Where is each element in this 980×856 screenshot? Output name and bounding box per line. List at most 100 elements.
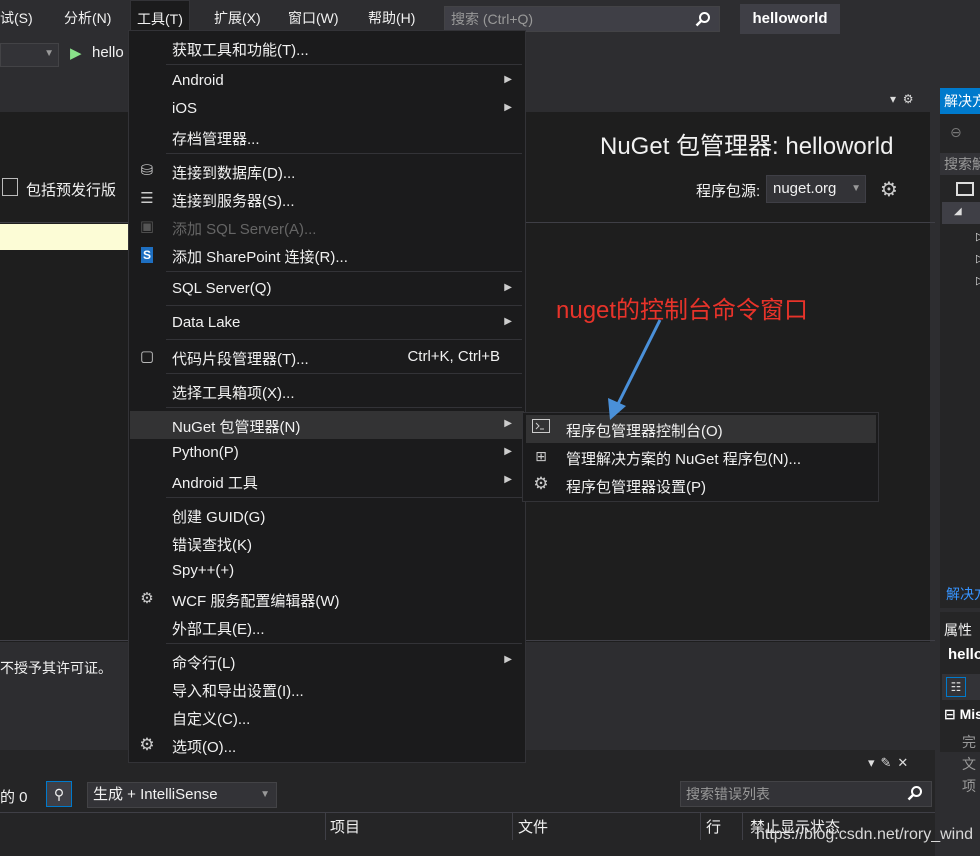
menu-item-create-guid[interactable]: 创建 GUID(G) (130, 501, 524, 529)
chevron-down-icon: ▼ (260, 789, 270, 800)
menu-item-archive-manager[interactable]: 存档管理器... (130, 123, 524, 151)
menu-item-choose-toolbox[interactable]: 选择工具箱项(X)... (130, 377, 524, 405)
package-source-label: 程序包源: (696, 183, 761, 200)
solution-search-input[interactable]: 搜索解决方案资源管理器 (940, 153, 980, 175)
menu-separator (166, 305, 522, 306)
gear-icon: ⚙ (533, 474, 549, 493)
submenu-item-console[interactable]: 程序包管理器控制台(O) (526, 415, 876, 443)
solution-explorer-tab[interactable]: 解决方案资源管理器 (940, 88, 980, 114)
menu-item-import-export[interactable]: 导入和导出设置(I)... (130, 675, 524, 703)
menu-item-snippets-manager[interactable]: ▢ 代码片段管理器(T)... Ctrl+K, Ctrl+B (130, 343, 524, 371)
submenu-item-settings[interactable]: ⚙ 程序包管理器设置(P) (526, 471, 876, 499)
menu-separator (166, 271, 522, 272)
console-icon (532, 419, 550, 437)
server-connect-icon: ☰ (140, 190, 154, 207)
search-icon (902, 784, 923, 808)
menu-item-label: 外部工具(E)... (172, 621, 265, 638)
menu-item-label: 连接到数据库(D)... (172, 165, 296, 182)
menu-item-spy[interactable]: Spy++(+) (130, 557, 524, 585)
prerelease-checkbox[interactable] (2, 178, 18, 196)
submenu-item-label: 程序包管理器设置(P) (566, 479, 706, 496)
menu-item-sql-server[interactable]: SQL Server(Q) ▶ (130, 275, 524, 303)
menu-analyze[interactable]: 分析(N) (58, 0, 117, 36)
menu-item-add-sharepoint[interactable]: S 添加 SharePoint 连接(R)... (130, 241, 524, 269)
menu-item-external-tools[interactable]: 外部工具(E)... (130, 613, 524, 641)
submenu-arrow-icon: ▶ (504, 654, 512, 665)
menu-item-get-tools[interactable]: 获取工具和功能(T)... (130, 34, 524, 62)
filter-icon[interactable]: ⚲ (46, 781, 72, 807)
column-line[interactable]: 行 (706, 816, 721, 837)
annotation-arrow-icon (608, 319, 662, 420)
gear-icon: ⚙ (139, 735, 155, 754)
run-target-label[interactable]: hello (92, 44, 124, 61)
column-project[interactable]: 项目 (330, 816, 360, 837)
menu-item-shortcut: Ctrl+K, Ctrl+B (407, 348, 500, 365)
menu-item-error-lookup[interactable]: 错误查找(K) (130, 529, 524, 557)
menu-item-ios[interactable]: iOS ▶ (130, 95, 524, 123)
column-file[interactable]: 文件 (518, 816, 548, 837)
sql-server-icon: ▣ (139, 218, 155, 235)
error-search-input[interactable]: 搜索错误列表 (680, 781, 932, 807)
submenu-item-label: 管理解决方案的 NuGet 程序包(N)... (566, 451, 802, 468)
menu-item-customize[interactable]: 自定义(C)... (130, 703, 524, 731)
menu-separator (166, 373, 522, 374)
menu-item-options[interactable]: ⚙ 选项(O)... (130, 731, 524, 759)
menu-item-android-tools[interactable]: Android 工具 ▶ (130, 467, 524, 495)
properties-title: 属性 (944, 622, 972, 638)
submenu-arrow-icon: ▶ (504, 446, 512, 457)
column-separator[interactable] (512, 812, 513, 840)
properties-toolbar: ☷ (942, 674, 980, 700)
menu-item-label: 命令行(L) (172, 655, 236, 672)
expand-icon[interactable]: ◢ (954, 206, 962, 217)
chevron-down-icon: ▼ (851, 183, 861, 194)
play-icon[interactable]: ▶ (70, 44, 82, 62)
menu-item-label: Android (172, 72, 224, 89)
property-row[interactable]: 项 (962, 776, 980, 796)
submenu-arrow-icon: ▶ (504, 102, 512, 113)
menu-item-python[interactable]: Python(P) ▶ (130, 439, 524, 467)
solution-explorer-footer-tab[interactable]: 解决方案资源管理器 (946, 584, 980, 604)
menu-item-command-line[interactable]: 命令行(L) ▶ (130, 647, 524, 675)
build-filter-dropdown[interactable]: 生成 + IntelliSense ▼ (87, 782, 277, 808)
menu-item-wcf-editor[interactable]: ⚙ WCF 服务配置编辑器(W) (130, 585, 524, 613)
menu-item-label: WCF 服务配置编辑器(W) (172, 593, 340, 610)
expand-icon[interactable]: ▷ (976, 230, 980, 243)
back-icon[interactable]: ⊖ (950, 124, 962, 141)
property-row[interactable]: 完 (962, 732, 980, 752)
tab-dropdown-icon[interactable]: ▾ ⚙ (890, 92, 913, 106)
column-separator[interactable] (742, 812, 743, 840)
menu-debug[interactable]: 试(S) (0, 0, 39, 36)
expand-icon[interactable]: ▷ (976, 252, 980, 265)
message-count[interactable]: 的 0 (0, 786, 28, 807)
menu-item-label: Spy++(+) (172, 562, 235, 579)
column-separator[interactable] (700, 812, 701, 840)
panel-controls-icon[interactable]: ▾✎✕ (868, 755, 914, 771)
menu-item-label: NuGet 包管理器(N) (172, 419, 301, 436)
submenu-arrow-icon: ▶ (504, 316, 512, 327)
menu-item-android[interactable]: Android ▶ (130, 67, 524, 95)
chevron-down-icon: ▼ (44, 48, 54, 59)
annotation-text: nuget的控制台命令窗口 (556, 297, 809, 324)
menu-item-label: 添加 SQL Server(A)... (172, 221, 317, 238)
menu-item-connect-database[interactable]: ⛁ 连接到数据库(D)... (130, 157, 524, 185)
menu-item-label: 导入和导出设置(I)... (172, 683, 304, 700)
column-separator[interactable] (325, 812, 326, 840)
menu-item-nuget[interactable]: NuGet 包管理器(N) ▶ (130, 411, 524, 439)
database-connect-icon: ⛁ (140, 162, 154, 179)
package-source-dropdown[interactable]: nuget.org ▼ (766, 175, 866, 203)
menu-item-data-lake[interactable]: Data Lake ▶ (130, 309, 524, 337)
submenu-arrow-icon: ▶ (504, 282, 512, 293)
menu-item-add-sql-server[interactable]: ▣ 添加 SQL Server(A)... (130, 213, 524, 241)
package-source-value: nuget.org (773, 180, 837, 197)
expand-icon[interactable]: ▷ (976, 274, 980, 287)
categorized-icon[interactable]: ☷ (946, 677, 966, 697)
menu-item-label: 存档管理器... (172, 131, 260, 148)
settings-gear-icon[interactable]: ⚙ (880, 177, 898, 202)
property-row[interactable]: 文 (962, 754, 980, 774)
quick-launch-search[interactable]: 搜索 (Ctrl+Q) (444, 6, 720, 32)
menu-item-label: 获取工具和功能(T)... (172, 42, 309, 59)
config-dropdown[interactable]: ▼ (0, 43, 59, 67)
menu-item-label: 选择工具箱项(X)... (172, 385, 295, 402)
menu-item-connect-server[interactable]: ☰ 连接到服务器(S)... (130, 185, 524, 213)
submenu-item-manage-packages[interactable]: ⊞ 管理解决方案的 NuGet 程序包(N)... (526, 443, 876, 471)
